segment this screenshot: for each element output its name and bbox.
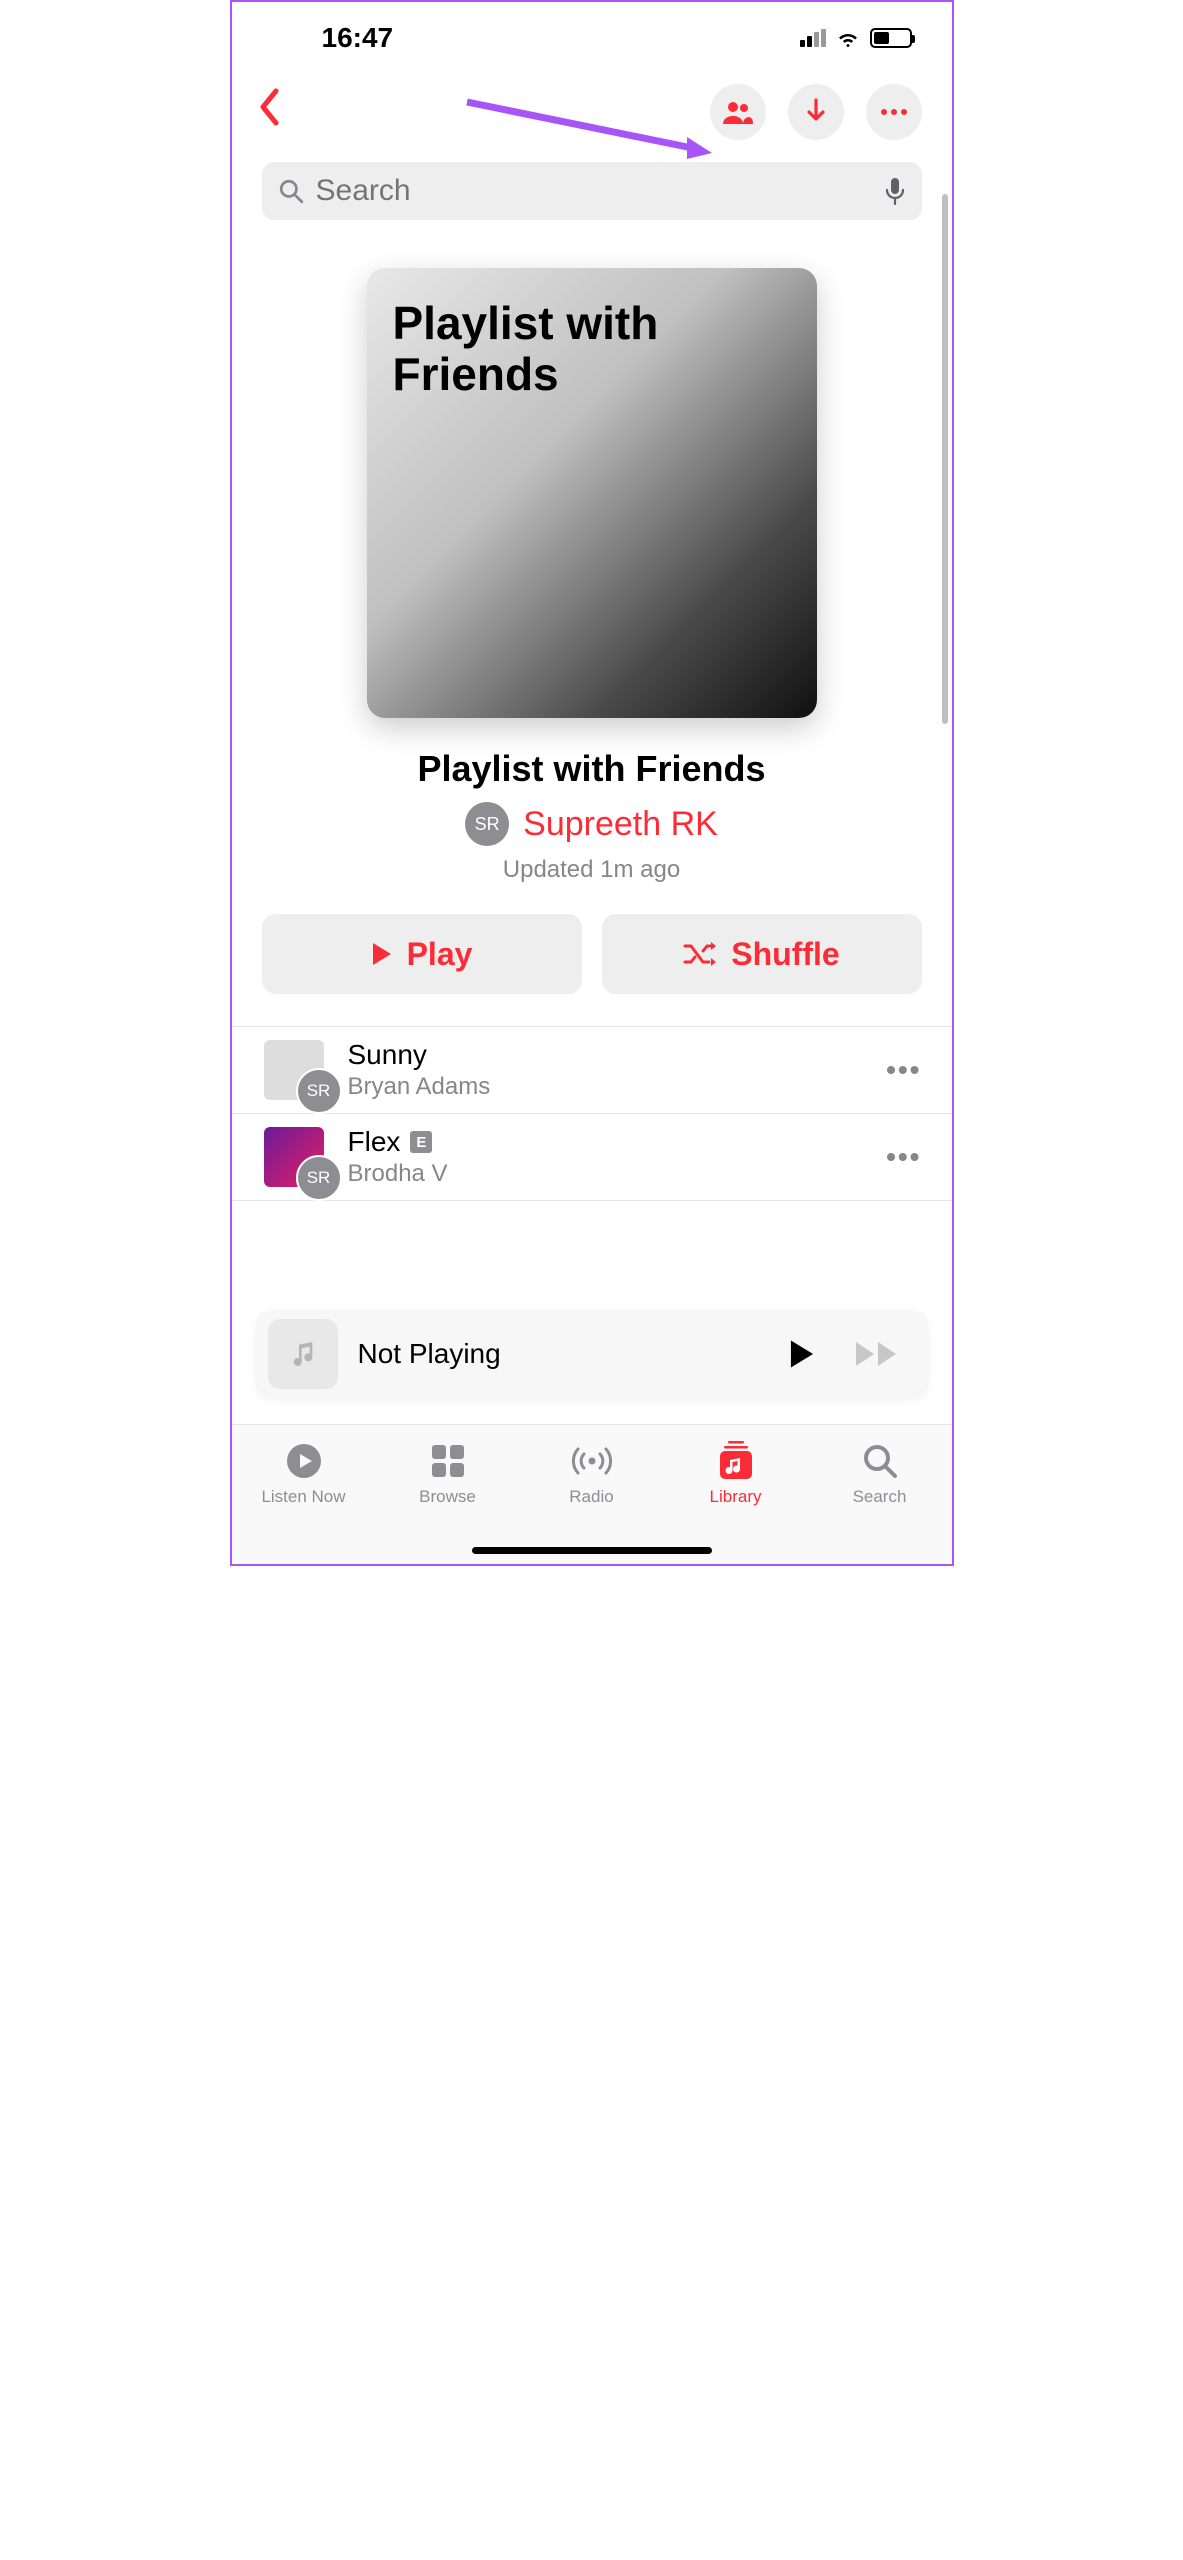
people-icon — [723, 100, 753, 124]
playlist-owner[interactable]: SR Supreeth RK — [232, 802, 952, 846]
search-input[interactable] — [316, 174, 872, 208]
tab-label: Browse — [419, 1487, 476, 1507]
tab-search[interactable]: Search — [808, 1441, 952, 1507]
play-control-icon[interactable] — [788, 1338, 816, 1370]
track-row[interactable]: SR Flex E Brodha V ••• — [232, 1114, 952, 1201]
cover-title: Playlist with Friends — [393, 298, 791, 399]
music-note-icon — [287, 1338, 319, 1370]
now-playing-label: Not Playing — [358, 1338, 768, 1370]
listen-now-icon — [285, 1442, 323, 1480]
collaborator-badge: SR — [296, 1155, 342, 1201]
tab-label: Search — [853, 1487, 907, 1507]
playlist-title: Playlist with Friends — [232, 748, 952, 790]
track-artist: Bryan Adams — [348, 1073, 863, 1101]
play-icon — [371, 941, 393, 967]
track-artwork: SR — [264, 1127, 324, 1187]
now-playing-bar[interactable]: Not Playing — [256, 1310, 928, 1398]
radio-icon — [570, 1443, 614, 1479]
download-button[interactable] — [788, 84, 844, 140]
search-bar[interactable] — [262, 162, 922, 220]
status-bar: 16:47 — [232, 2, 952, 64]
download-icon — [804, 98, 828, 126]
battery-icon — [870, 28, 912, 48]
explicit-badge: E — [410, 1131, 432, 1153]
tab-library[interactable]: Library — [664, 1441, 808, 1507]
track-title: Flex — [348, 1126, 401, 1158]
cellular-signal-icon — [800, 29, 826, 47]
owner-name: Supreeth RK — [523, 805, 718, 844]
play-button[interactable]: Play — [262, 914, 582, 994]
browse-icon — [430, 1443, 466, 1479]
shuffle-label: Shuffle — [731, 936, 839, 973]
wifi-icon — [836, 26, 860, 50]
track-info: Sunny Bryan Adams — [348, 1039, 863, 1101]
track-info: Flex E Brodha V — [348, 1126, 863, 1188]
ellipsis-icon — [880, 108, 908, 116]
more-button[interactable] — [866, 84, 922, 140]
playlist-cover[interactable]: Playlist with Friends — [367, 268, 817, 718]
back-button[interactable] — [258, 88, 280, 136]
track-title: Sunny — [348, 1039, 427, 1071]
tab-label: Radio — [569, 1487, 613, 1507]
play-label: Play — [407, 936, 473, 973]
tab-browse[interactable]: Browse — [376, 1441, 520, 1507]
status-indicators — [800, 26, 912, 50]
track-row[interactable]: SR Sunny Bryan Adams ••• — [232, 1027, 952, 1114]
forward-control-icon[interactable] — [854, 1340, 898, 1368]
status-time: 16:47 — [322, 22, 394, 54]
tab-label: Listen Now — [261, 1487, 345, 1507]
home-indicator[interactable] — [472, 1547, 712, 1554]
tab-radio[interactable]: Radio — [520, 1441, 664, 1507]
collaborators-button[interactable] — [710, 84, 766, 140]
library-icon — [718, 1441, 754, 1481]
track-more-button[interactable]: ••• — [886, 1054, 921, 1086]
track-list: SR Sunny Bryan Adams ••• SR Flex E Brodh… — [232, 1026, 952, 1201]
search-icon — [278, 178, 304, 204]
owner-avatar: SR — [465, 802, 509, 846]
updated-text: Updated 1m ago — [232, 856, 952, 884]
tab-label: Library — [710, 1487, 762, 1507]
collaborator-badge: SR — [296, 1068, 342, 1114]
now-playing-artwork — [268, 1319, 338, 1389]
track-artwork: SR — [264, 1040, 324, 1100]
mic-icon[interactable] — [884, 176, 906, 206]
scrollbar[interactable] — [942, 194, 948, 724]
shuffle-button[interactable]: Shuffle — [602, 914, 922, 994]
tab-bar: Listen Now Browse Radio Library Search — [232, 1424, 952, 1564]
track-more-button[interactable]: ••• — [886, 1141, 921, 1173]
tab-listen-now[interactable]: Listen Now — [232, 1441, 376, 1507]
shuffle-icon — [683, 941, 717, 967]
nav-bar — [232, 64, 952, 150]
search-tab-icon — [862, 1443, 898, 1479]
track-artist: Brodha V — [348, 1160, 863, 1188]
